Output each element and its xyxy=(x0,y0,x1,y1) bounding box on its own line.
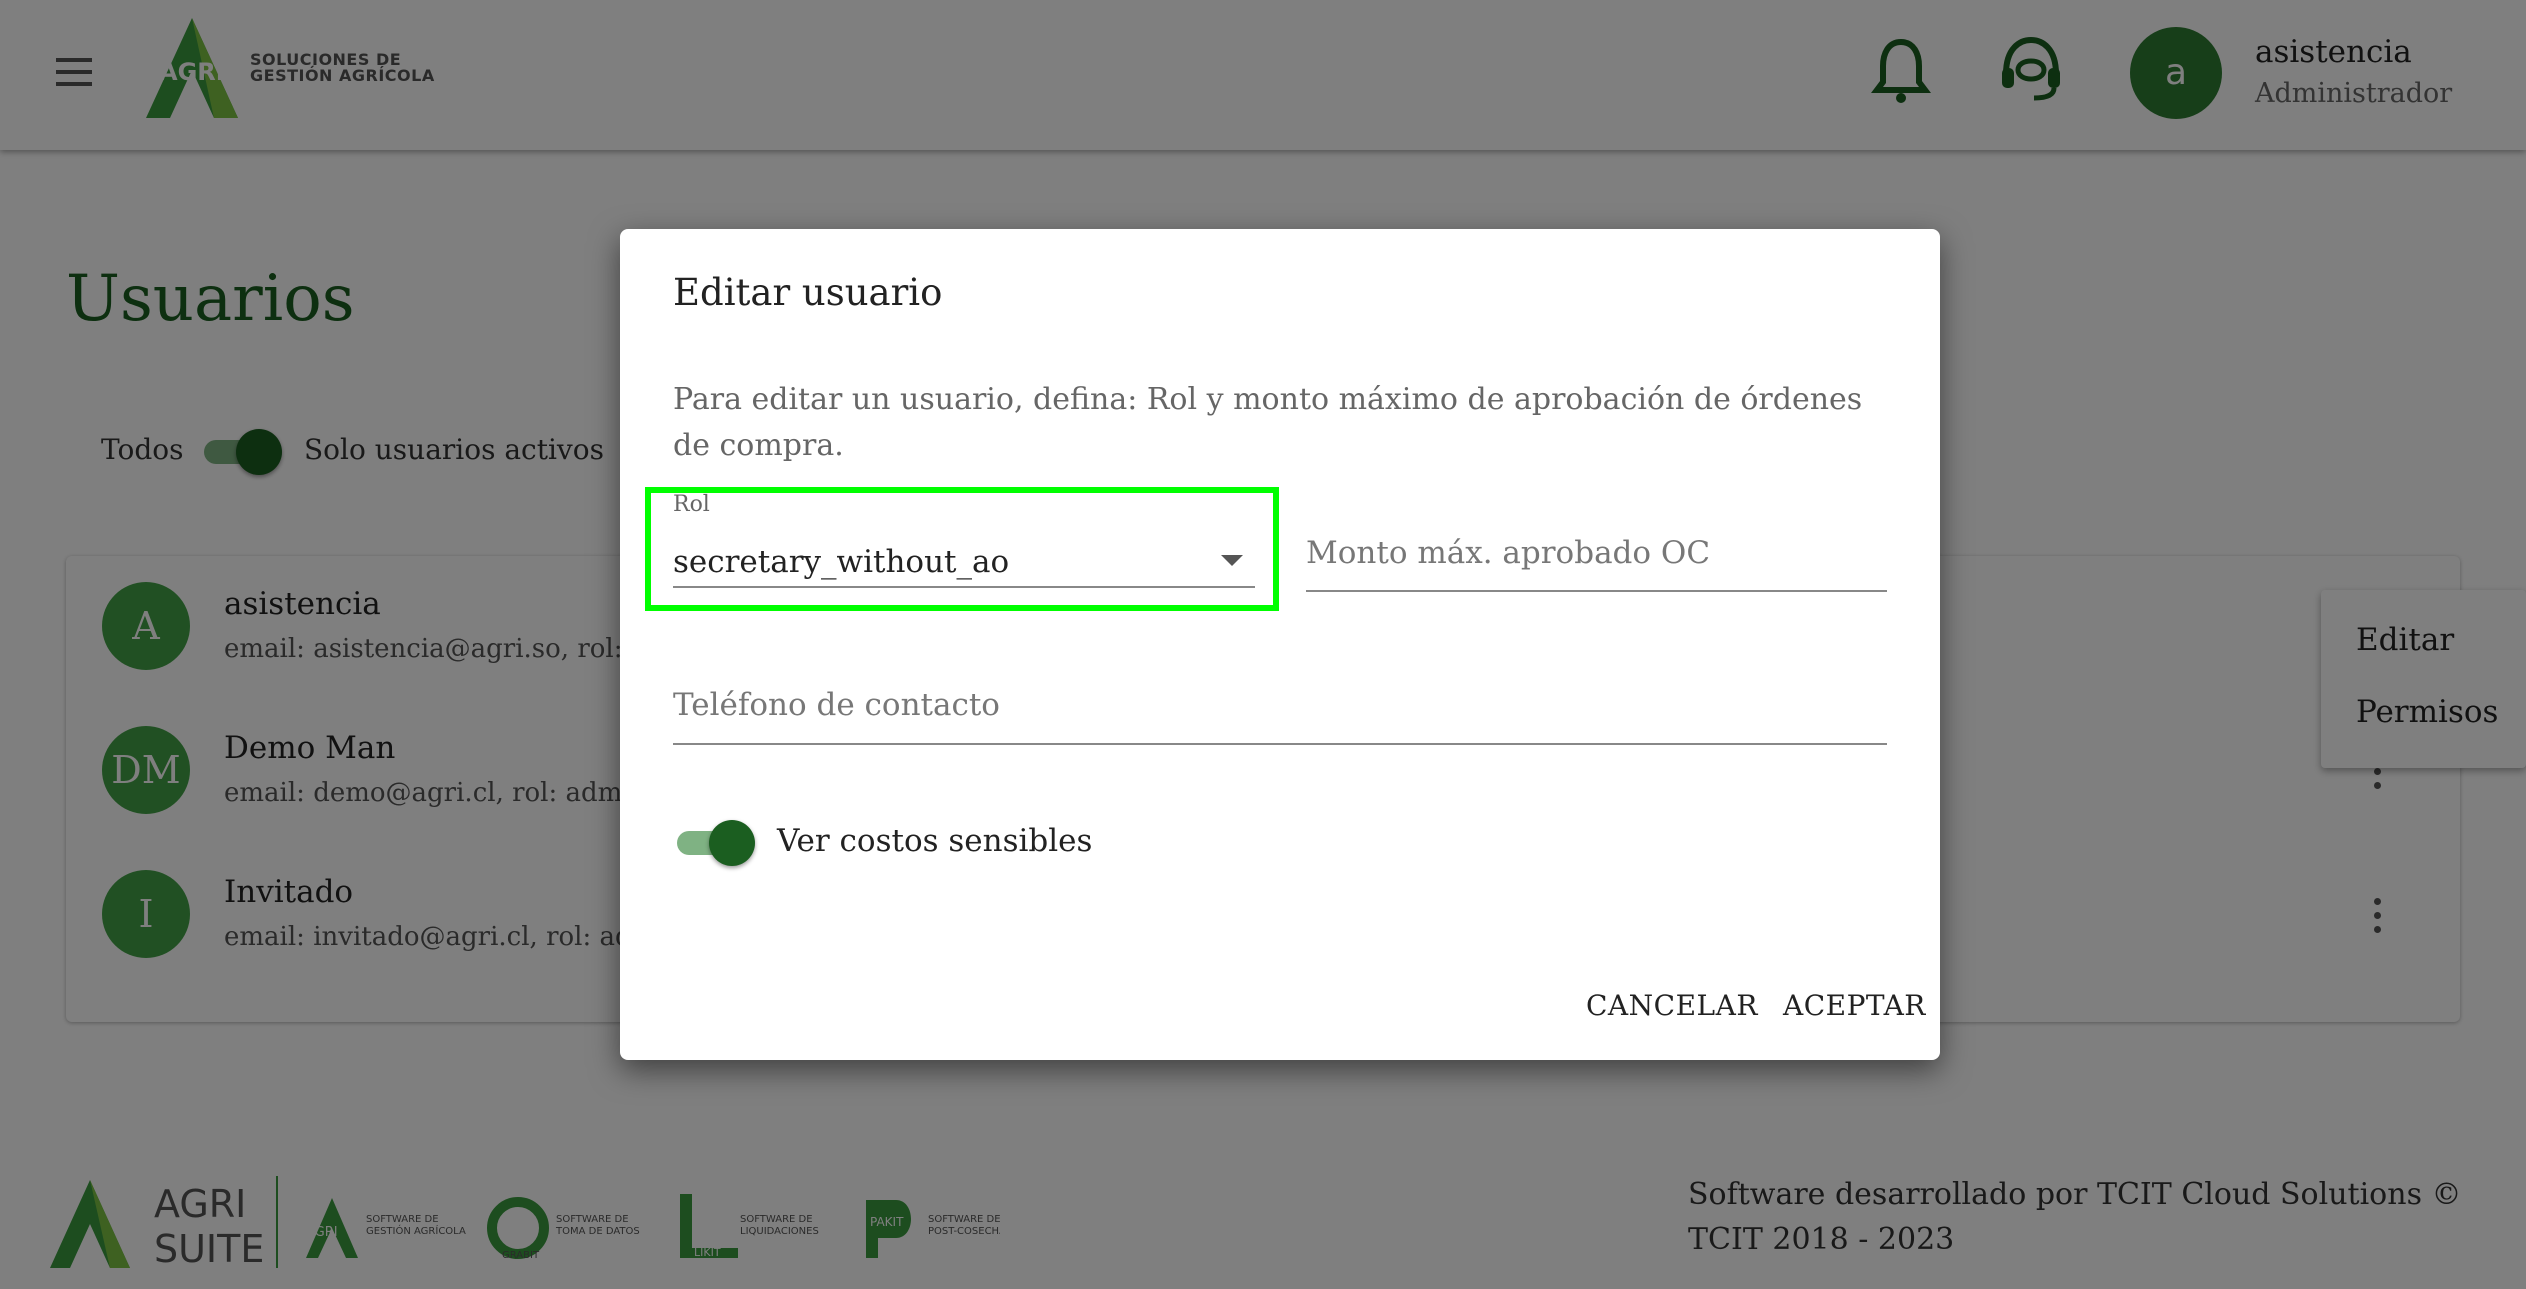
sensitive-costs-label: Ver costos sensibles xyxy=(777,823,1093,859)
edit-user-dialog: Editar usuario Para editar un usuario, d… xyxy=(620,229,1940,1060)
app-root: AGRI SOLUCIONES DE GESTIÓN AGRÍCOLA a as… xyxy=(0,0,2526,1289)
accept-button[interactable]: ACEPTAR xyxy=(1783,989,1926,1022)
dialog-description: Para editar un usuario, defina: Rol y mo… xyxy=(673,382,1863,463)
rol-field-highlight xyxy=(645,487,1279,611)
telefono-placeholder: Teléfono de contacto xyxy=(673,687,1000,723)
monto-field[interactable]: Monto máx. aprobado OC xyxy=(1306,519,1887,592)
dialog-title: Editar usuario xyxy=(673,271,943,314)
field-underline xyxy=(673,743,1887,745)
field-underline xyxy=(1306,590,1887,592)
monto-placeholder: Monto máx. aprobado OC xyxy=(1306,535,1711,571)
cancel-button[interactable]: CANCELAR xyxy=(1586,989,1758,1022)
sensitive-costs-toggle[interactable] xyxy=(673,817,755,866)
telefono-field[interactable]: Teléfono de contacto xyxy=(673,671,1887,745)
